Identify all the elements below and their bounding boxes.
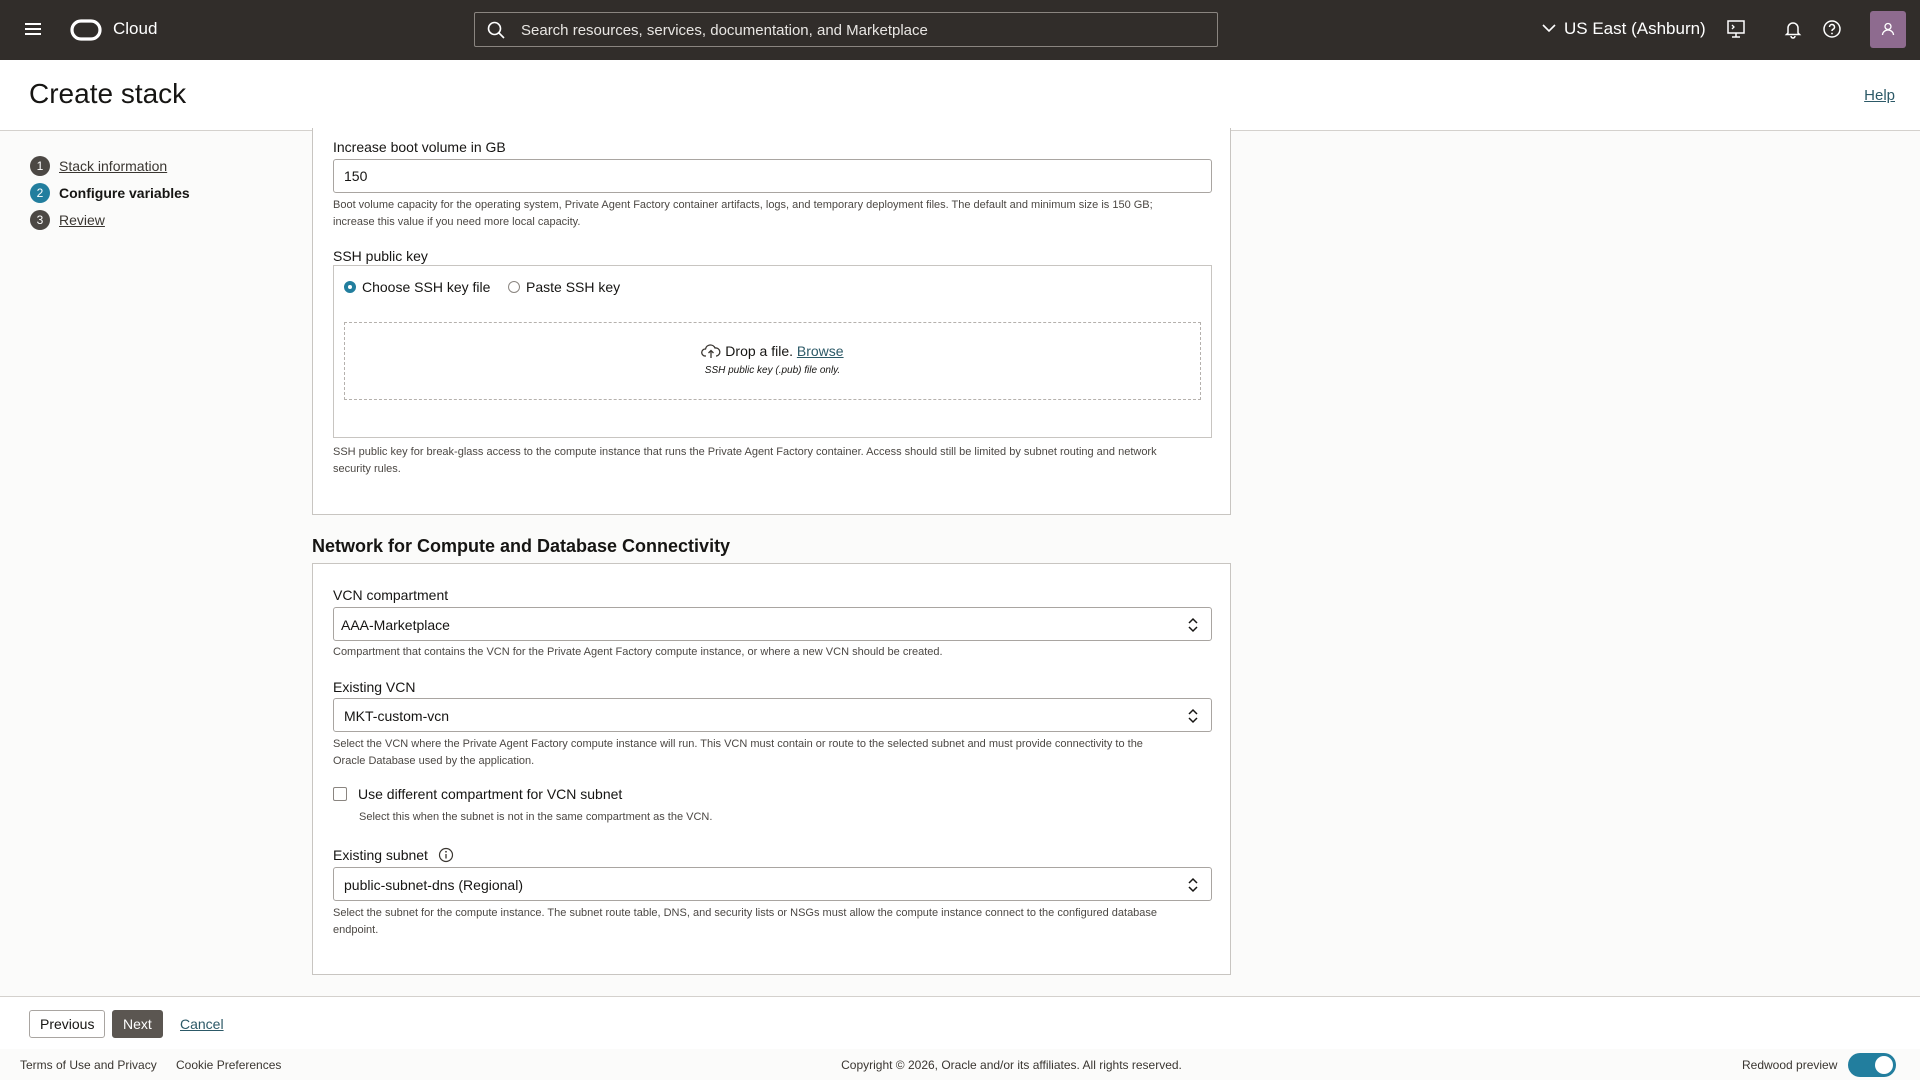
oracle-logo-icon[interactable] [70,19,102,41]
info-icon[interactable] [438,847,454,863]
existing-vcn-hint: Select the VCN where the Private Agent F… [333,736,1143,770]
dropzone-text: Drop a file. Browse [345,343,1200,359]
select-value: AAA-Marketplace [341,617,450,633]
help-icon[interactable] [1821,18,1843,40]
boot-volume-hint: Boot volume capacity for the operating s… [333,197,1153,231]
cloud-shell-icon[interactable] [1725,18,1747,40]
checkbox-label: Use different compartment for VCN subnet [358,786,623,802]
existing-vcn-select[interactable]: MKT-custom-vcn [333,698,1212,732]
step-label: Configure variables [59,184,190,201]
boot-volume-field[interactable] [333,159,1212,193]
existing-subnet-hint: Select the subnet for the compute instan… [333,905,1157,939]
radio-paste-ssh-key[interactable]: Paste SSH key [508,279,620,295]
notifications-icon[interactable] [1782,18,1804,40]
hint-line: SSH public key for break-glass access to… [333,446,1157,458]
step-number: 3 [30,209,50,230]
radio-dot[interactable] [508,281,520,293]
network-section-heading: Network for Compute and Database Connect… [312,536,731,556]
hint-line: endpoint. [333,924,379,936]
step-label[interactable]: Review [59,212,105,228]
select-updown-icon [1188,708,1198,724]
checkbox-box[interactable] [333,787,347,801]
select-value: MKT-custom-vcn [344,708,450,724]
step-number: 2 [30,182,50,203]
cancel-link[interactable]: Cancel [180,1016,224,1032]
page-title: Create stack [29,78,187,109]
brand-name[interactable]: Cloud [113,19,157,39]
chevron-down-icon [1542,24,1556,33]
search-icon [487,21,505,39]
top-navigation-bar: Cloud US East (Ashburn) [0,0,1920,60]
next-button[interactable]: Next [112,1010,163,1038]
hint-line: increase this value if you need more loc… [333,216,581,228]
user-avatar[interactable] [1870,11,1906,48]
redwood-preview-label: Redwood preview [1742,1058,1838,1072]
boot-volume-input[interactable] [334,160,1211,192]
ssh-file-dropzone[interactable]: Drop a file. Browse SSH public key (.pub… [344,322,1201,400]
select-updown-icon [1188,617,1198,633]
step-number: 1 [30,155,50,176]
different-compartment-checkbox[interactable]: Use different compartment for VCN subnet [333,786,622,802]
step-configure-variables[interactable]: 2 Configure variables [30,179,190,206]
toggle-knob [1875,1056,1893,1074]
network-settings-panel: VCN compartment AAA-Marketplace Compartm… [312,563,1231,975]
ssh-key-group: Choose SSH key file Paste SSH key Drop a… [333,265,1212,438]
region-selector[interactable]: US East (Ashburn) [1540,19,1706,39]
page-footer: Terms of Use and Privacy Cookie Preferen… [0,1049,1920,1080]
upload-cloud-icon [701,344,721,358]
hint-line: security rules. [333,463,401,475]
select-value: public-subnet-dns (Regional) [344,877,523,893]
ssh-key-label: SSH public key [333,248,428,264]
radio-choose-ssh-file[interactable]: Choose SSH key file [344,279,490,295]
user-icon [1881,22,1895,36]
browse-link[interactable]: Browse [797,343,844,359]
redwood-preview-toggle[interactable] [1848,1053,1896,1077]
radio-label: Choose SSH key file [362,279,491,295]
different-compartment-hint: Select this when the subnet is not in th… [359,811,713,823]
previous-button[interactable]: Previous [29,1010,106,1038]
ssh-key-hint: SSH public key for break-glass access to… [333,444,1157,478]
menu-icon[interactable] [20,16,46,42]
search-input[interactable] [519,13,1203,48]
existing-vcn-label: Existing VCN [333,679,416,695]
copyright-text: Copyright © 2026, Oracle and/or its affi… [841,1058,1182,1072]
hint-line: Oracle Database used by the application. [333,755,535,767]
compute-settings-panel: Increase boot volume in GB Boot volume c… [312,128,1231,515]
wizard-actions-bar: Previous Next Cancel [0,996,1920,1049]
vcn-compartment-label: VCN compartment [333,587,449,603]
step-stack-information[interactable]: 1 Stack information [30,152,190,179]
wizard-steps: 1 Stack information 2 Configure variable… [30,152,190,233]
page-header: Create stack Help [0,60,1920,131]
subnet-label-text: Existing subnet [333,847,428,863]
hint-line: Boot volume capacity for the operating s… [333,199,1153,211]
vcn-compartment-select[interactable]: AAA-Marketplace [333,607,1212,641]
dropzone-subtext: SSH public key (.pub) file only. [704,365,841,376]
help-link[interactable]: Help [1864,87,1895,104]
region-label: US East (Ashburn) [1564,19,1706,38]
boot-volume-label: Increase boot volume in GB [333,139,506,155]
select-updown-icon [1188,877,1198,893]
existing-subnet-label: Existing subnet [333,847,454,863]
hint-line: Select the subnet for the compute instan… [333,907,1158,919]
radio-label: Paste SSH key [526,279,621,295]
step-review[interactable]: 3 Review [30,206,190,233]
radio-dot[interactable] [344,281,356,293]
drop-label: Drop a file. [725,343,793,359]
existing-subnet-select[interactable]: public-subnet-dns (Regional) [333,867,1212,901]
global-search[interactable] [474,12,1218,48]
vcn-compartment-hint: Compartment that contains the VCN for th… [333,646,943,658]
hint-line: Select the VCN where the Private Agent F… [333,738,1143,750]
step-label[interactable]: Stack information [59,158,167,174]
